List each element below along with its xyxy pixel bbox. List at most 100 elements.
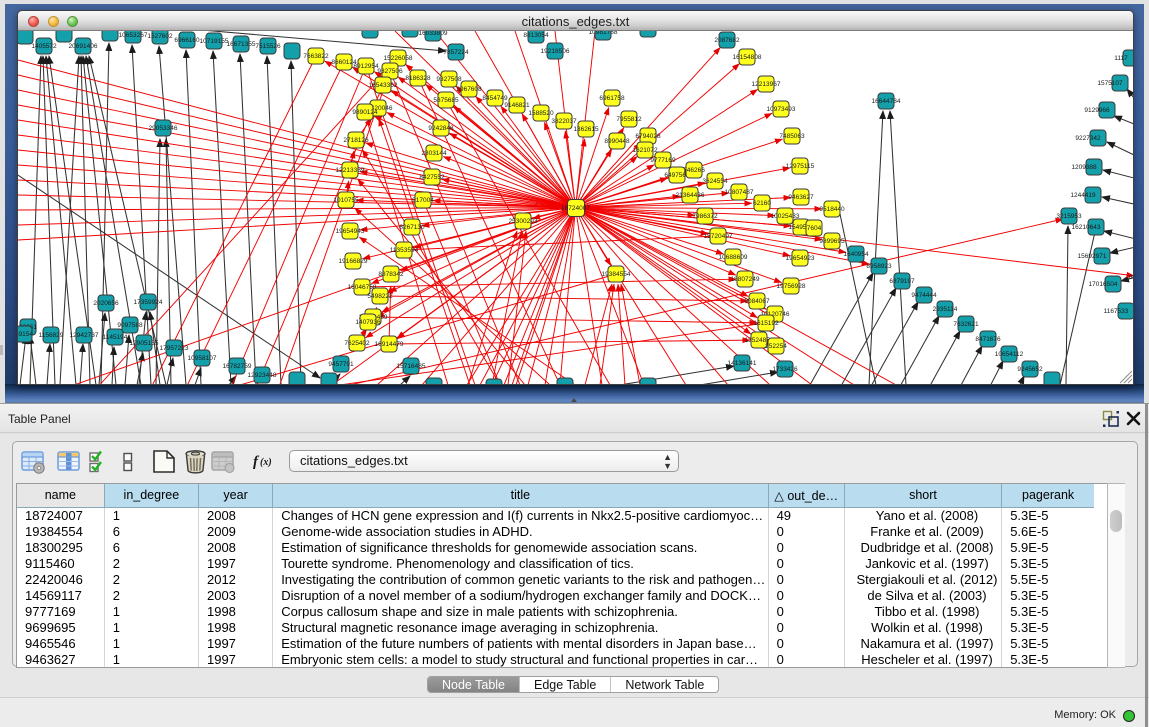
svg-text:7955812: 7955812 [616,116,642,123]
svg-text:7485063: 7485063 [779,133,805,140]
svg-text:1117: 1117 [1114,55,1128,62]
svg-text:19166829: 19166829 [339,258,368,265]
svg-text:1156829: 1156829 [39,332,64,339]
svg-text:16644784: 16644784 [872,98,901,105]
svg-text:1640954: 1640954 [843,251,869,258]
svg-text:2718126: 2718126 [343,137,369,144]
svg-text:9457791: 9457791 [328,361,354,368]
svg-text:1362615: 1362615 [573,126,599,133]
svg-text:2087682: 2087682 [714,37,740,44]
svg-text:15226058: 15226058 [384,55,413,62]
svg-text:9463627: 9463627 [788,194,814,201]
svg-text:15692971: 15692971 [1078,253,1107,260]
svg-text:8878342: 8878342 [378,271,404,278]
svg-text:7986372: 7986372 [692,213,718,220]
svg-text:1407936: 1407936 [355,319,381,326]
svg-text:3822037: 3822037 [551,118,577,125]
svg-text:1527602: 1527602 [147,33,173,40]
svg-text:6794028: 6794028 [635,133,661,140]
svg-text:15716485: 15716485 [397,363,426,370]
svg-text:19654943: 19654943 [336,228,365,235]
svg-text:8813054: 8813054 [523,32,549,39]
svg-text:10973493: 10973493 [767,106,796,113]
svg-text:8471676: 8471676 [975,336,1001,343]
svg-text:9899695: 9899695 [819,238,845,245]
svg-text:19756928: 19756928 [777,283,806,290]
svg-text:10688609: 10688609 [719,254,748,261]
svg-text:687: 687 [1129,274,1133,281]
svg-text:2935114: 2935114 [933,306,958,313]
svg-text:16671355: 16671355 [227,41,256,48]
svg-text:1244419: 1244419 [1070,192,1096,199]
svg-text:8990448: 8990448 [604,138,630,145]
svg-text:5875685: 5875685 [433,97,459,104]
svg-text:12213967: 12213967 [752,81,781,88]
svg-text:62160: 62160 [753,200,771,207]
svg-text:1209388: 1209388 [1071,164,1097,171]
svg-text:16914479: 16914479 [375,341,404,348]
svg-text:11353594: 11353594 [390,247,419,254]
svg-text:5498222: 5498222 [367,293,393,300]
svg-text:8912954: 8912954 [353,63,379,70]
svg-text:9245652: 9245652 [1017,366,1043,373]
svg-text:10653267: 10653267 [119,32,148,39]
svg-text:9129966: 9129966 [1084,107,1110,114]
svg-text:9097588: 9097588 [117,322,143,329]
svg-text:7515526: 7515526 [255,43,281,50]
svg-text:8267130: 8267130 [399,224,425,231]
svg-text:20691406: 20691406 [69,43,98,50]
svg-text:16782759: 16782759 [223,363,252,370]
svg-text:1621072: 1621072 [632,147,658,154]
svg-text:17016504: 17016504 [1089,281,1118,288]
svg-text:7632621: 7632621 [953,321,979,328]
svg-text:9227342: 9227342 [1075,135,1101,142]
svg-text:917004: 917004 [412,197,434,204]
svg-text:8427552: 8427552 [419,174,445,181]
svg-text:10719155: 10719155 [200,38,229,45]
svg-text:12923448: 12923448 [248,372,277,379]
svg-text:8454749: 8454749 [482,95,508,102]
svg-text:16210643: 16210643 [1072,224,1101,231]
svg-text:8958923: 8958923 [866,263,892,270]
svg-text:746266: 746266 [683,167,705,174]
svg-text:10807487: 10807487 [725,189,754,196]
svg-text:3624554: 3624554 [702,178,728,185]
svg-text:25300293: 25300293 [509,218,538,225]
svg-text:6966160: 6966160 [174,37,200,44]
svg-text:f: f [253,454,260,470]
svg-text:7604: 7604 [807,225,822,232]
svg-text:17359924: 17359924 [134,299,163,306]
svg-text:1733426: 1733426 [772,366,798,373]
svg-text:14136141: 14136141 [728,360,757,367]
svg-text:19654923: 19654923 [786,255,815,262]
svg-text:9518440: 9518440 [819,206,845,213]
svg-text:29053346: 29053346 [149,125,178,132]
svg-text:7625402: 7625402 [344,340,370,347]
svg-text:9327506: 9327506 [377,68,403,75]
svg-text:16033809: 16033809 [419,31,448,37]
svg-text:10654112: 10654112 [995,351,1024,358]
svg-text:2020656: 2020656 [93,300,119,307]
svg-text:252254: 252254 [765,343,787,350]
svg-text:9777169: 9777169 [650,157,676,164]
svg-text:2967608: 2967608 [456,86,482,93]
svg-text:16154808: 16154808 [733,54,762,61]
svg-text:1010755: 1010755 [333,197,359,204]
svg-text:39154: 39154 [18,331,33,338]
svg-text:16543362: 16543362 [369,82,398,89]
svg-text:19384554: 19384554 [602,271,631,278]
svg-text:10981788: 10981788 [589,31,618,36]
svg-text:8186328: 8186328 [405,75,431,82]
svg-text:17957223: 17957223 [160,345,189,352]
svg-text:6961758: 6961758 [599,95,625,102]
svg-text:9084067: 9084067 [744,298,770,305]
svg-text:2803144: 2803144 [421,150,447,157]
svg-text:1588520: 1588520 [528,110,554,117]
svg-text:19218506: 19218506 [541,48,570,55]
svg-text:9146821: 9146821 [504,102,530,109]
svg-text:1575107: 1575107 [1097,80,1123,87]
svg-text:7857224: 7857224 [443,49,469,56]
svg-text:18724007: 18724007 [561,205,590,212]
svg-text:12942737: 12942737 [70,332,99,339]
svg-text:1615192: 1615192 [753,320,779,327]
